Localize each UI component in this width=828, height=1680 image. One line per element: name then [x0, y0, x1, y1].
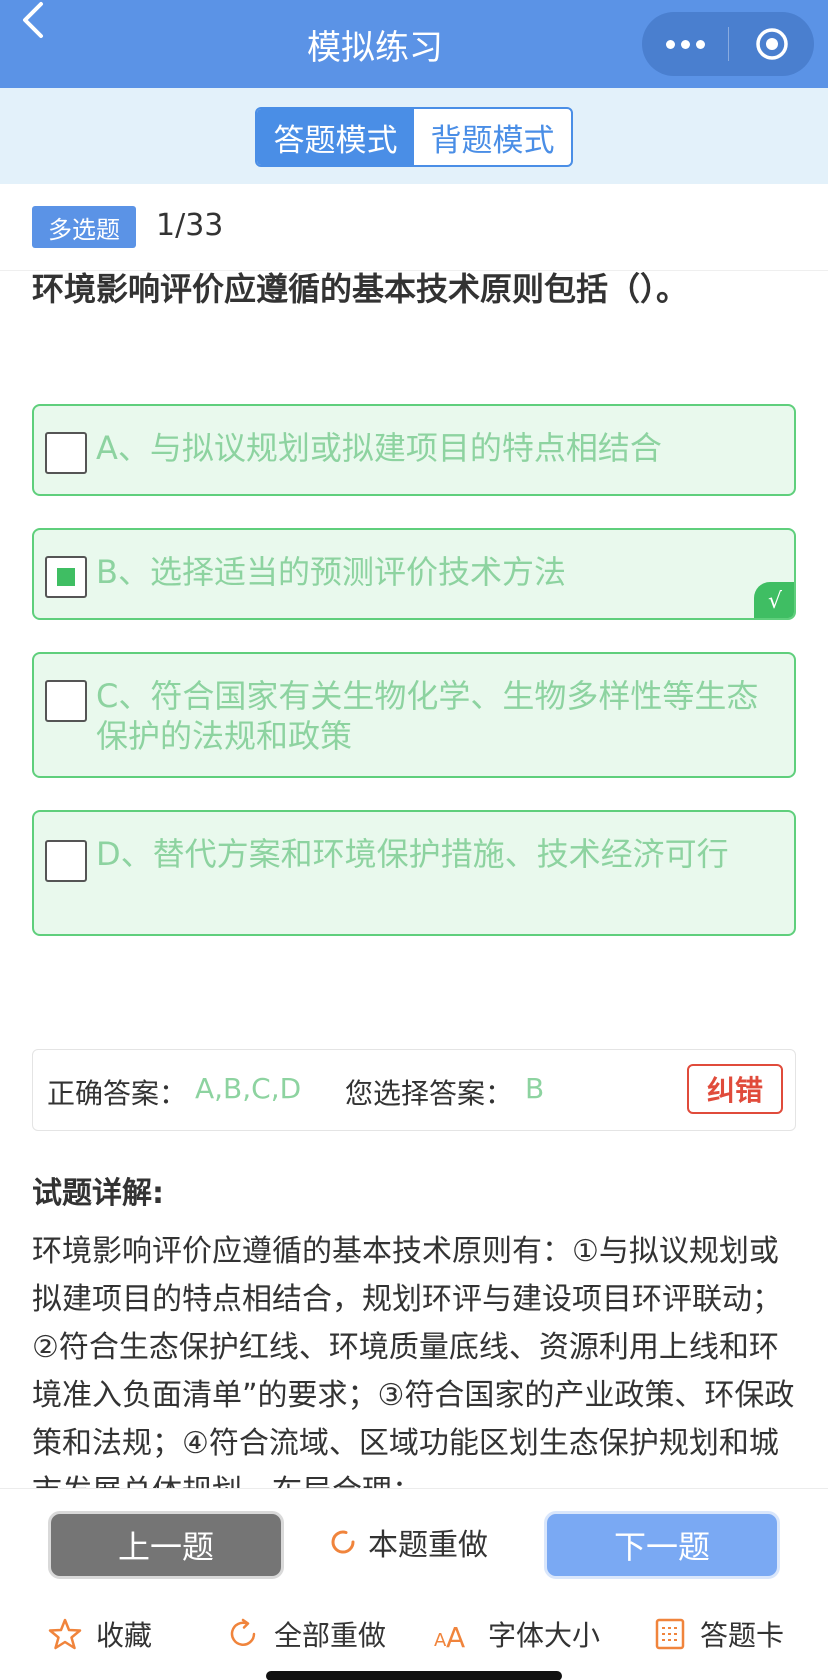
answer-mode-tab[interactable]: 答题模式	[257, 109, 414, 165]
correct-answer-label: 正确答案：	[47, 1077, 188, 1110]
font-size-button[interactable]: A A 字体大小	[434, 1607, 600, 1661]
option-a[interactable]: A、与拟议规划或拟建项目的特点相结合	[32, 404, 796, 496]
selected-check-icon: √	[754, 582, 794, 618]
selected-answer-value: B	[525, 1072, 545, 1105]
refresh-icon	[230, 1618, 256, 1646]
question-progress: 1/33	[156, 208, 224, 243]
favorite-button[interactable]: 收藏	[48, 1607, 152, 1661]
more-dots-icon	[680, 39, 690, 49]
more-dots-icon	[665, 39, 675, 49]
explanation-text: 环境影响评价应遵循的基本技术原则有：①与拟议规划或拟建项目的特点相结合，规划环评…	[32, 1234, 795, 1488]
checkbox[interactable]	[45, 680, 87, 722]
explanation-title: 试题详解:	[32, 1176, 164, 1211]
question-type-badge: 多选题	[32, 206, 136, 248]
redo-all-button[interactable]: 全部重做	[226, 1607, 386, 1661]
prev-question-button[interactable]: 上一题	[48, 1511, 284, 1579]
star-icon	[48, 1618, 82, 1650]
next-question-button[interactable]: 下一题	[544, 1511, 780, 1579]
correct-answer-value: A,B,C,D	[195, 1072, 302, 1105]
page-title: 模拟练习	[307, 28, 443, 68]
checkbox[interactable]	[45, 840, 87, 882]
answer-result-box: 正确答案： A,B,C,D 您选择答案： B 纠错	[32, 1049, 796, 1131]
answer-card-icon	[655, 1618, 685, 1650]
checkbox-checked[interactable]	[45, 556, 87, 598]
report-error-button[interactable]: 纠错	[687, 1064, 783, 1114]
close-button[interactable]	[729, 12, 814, 76]
option-c[interactable]: C、符合国家有关生物化学、生物多样性等生态保护的法规和政策	[32, 652, 796, 778]
svg-text:A: A	[446, 1621, 465, 1651]
font-size-icon: A A	[434, 1621, 465, 1651]
redo-question-label: 本题重做	[368, 1528, 488, 1563]
mini-program-capsule	[642, 12, 814, 76]
redo-question-button[interactable]: 本题重做	[328, 1517, 488, 1567]
bottom-bar: 上一题 本题重做 下一题 收藏 全部重做 A A 字体大小 答题卡	[0, 1488, 828, 1680]
selected-answer-label: 您选择答案：	[345, 1077, 514, 1110]
option-b[interactable]: B、选择适当的预测评价技术方法 √	[32, 528, 796, 620]
mode-bar: 答题模式 背题模式	[0, 88, 828, 184]
answer-card-button[interactable]: 答题卡	[654, 1607, 784, 1661]
option-d[interactable]: D、替代方案和环境保护措施、技术经济可行	[32, 810, 796, 936]
target-circle-icon	[755, 28, 788, 60]
option-text: C、符合国家有关生物化学、生物多样性等生态保护的法规和政策	[96, 677, 759, 755]
answer-card-label: 答题卡	[700, 1619, 785, 1652]
option-text: B、选择适当的预测评价技术方法	[96, 553, 566, 591]
favorite-label: 收藏	[96, 1619, 153, 1652]
nav-bar: 模拟练习	[0, 0, 828, 88]
more-button[interactable]	[642, 12, 728, 76]
option-text: D、替代方案和环境保护措施、技术经济可行	[96, 835, 729, 873]
redo-all-label: 全部重做	[274, 1619, 387, 1652]
more-dots-icon	[695, 39, 705, 49]
tool-bar: 收藏 全部重做 A A 字体大小 答题卡	[0, 1607, 828, 1661]
refresh-icon	[331, 1530, 355, 1554]
font-size-label: 字体大小	[488, 1619, 601, 1652]
checkbox[interactable]	[45, 432, 87, 474]
home-indicator	[266, 1671, 562, 1680]
recite-mode-tab[interactable]: 背题模式	[414, 109, 571, 165]
option-text: A、与拟议规划或拟建项目的特点相结合	[96, 429, 662, 467]
mode-toggle: 答题模式 背题模式	[255, 107, 573, 167]
question-stem: 环境影响评价应遵循的基本技术原则包括（）。	[32, 270, 689, 308]
